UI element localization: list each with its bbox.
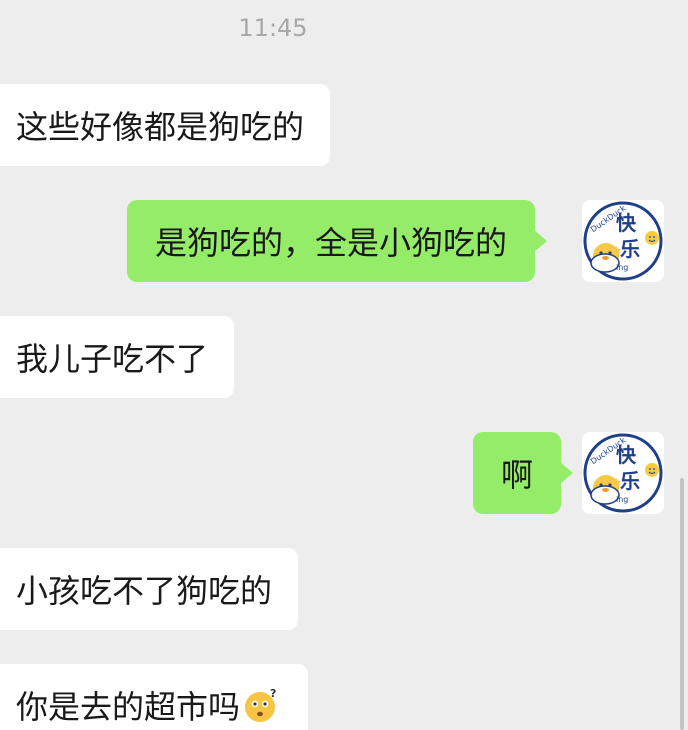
incoming-message-bubble[interactable]: 这些好像都是狗吃的	[0, 84, 331, 166]
svg-text:快: 快	[616, 211, 637, 235]
outgoing-message-bubble[interactable]: 是狗吃的，全是小狗吃的	[127, 200, 548, 282]
duck-avatar-icon: DuckDuck 快 乐 ing	[583, 201, 663, 281]
incoming-message-bubble[interactable]: 你是去的超市吗 ?	[0, 664, 309, 730]
outgoing-message-bubble[interactable]: 啊	[473, 432, 574, 514]
svg-text:ing: ing	[616, 495, 628, 504]
message-text: 啊	[501, 456, 534, 494]
message-text: 我儿子吃不了	[16, 340, 209, 378]
scrollbar[interactable]	[680, 478, 684, 730]
message-timestamp: 11:45	[238, 14, 308, 42]
message-text: 小孩吃不了狗吃的	[16, 572, 273, 610]
svg-text:ing: ing	[616, 263, 628, 272]
message-text: 这些好像都是狗吃的	[16, 108, 305, 146]
message-text: 你是去的超市吗	[16, 688, 241, 726]
svg-text:快: 快	[616, 443, 637, 467]
message-text: 是狗吃的，全是小狗吃的	[155, 224, 508, 262]
user-avatar[interactable]: DuckDuck 快 乐 ing	[582, 200, 664, 282]
incoming-message-bubble[interactable]: 小孩吃不了狗吃的	[0, 548, 299, 630]
svg-text:乐: 乐	[620, 237, 640, 261]
incoming-message-bubble[interactable]: 我儿子吃不了	[0, 316, 235, 398]
chat-window: 11:45 这些好像都是狗吃的 是狗吃的，全是小狗吃的 DuckDuck 快 乐…	[0, 0, 688, 730]
duck-avatar-icon: DuckDuck 快 乐 ing	[583, 433, 663, 513]
svg-text:?: ?	[270, 687, 276, 700]
svg-text:乐: 乐	[620, 469, 640, 493]
user-avatar[interactable]: DuckDuck 快 乐 ing	[582, 432, 664, 514]
thinking-face-emoji-icon: ?	[242, 685, 282, 725]
